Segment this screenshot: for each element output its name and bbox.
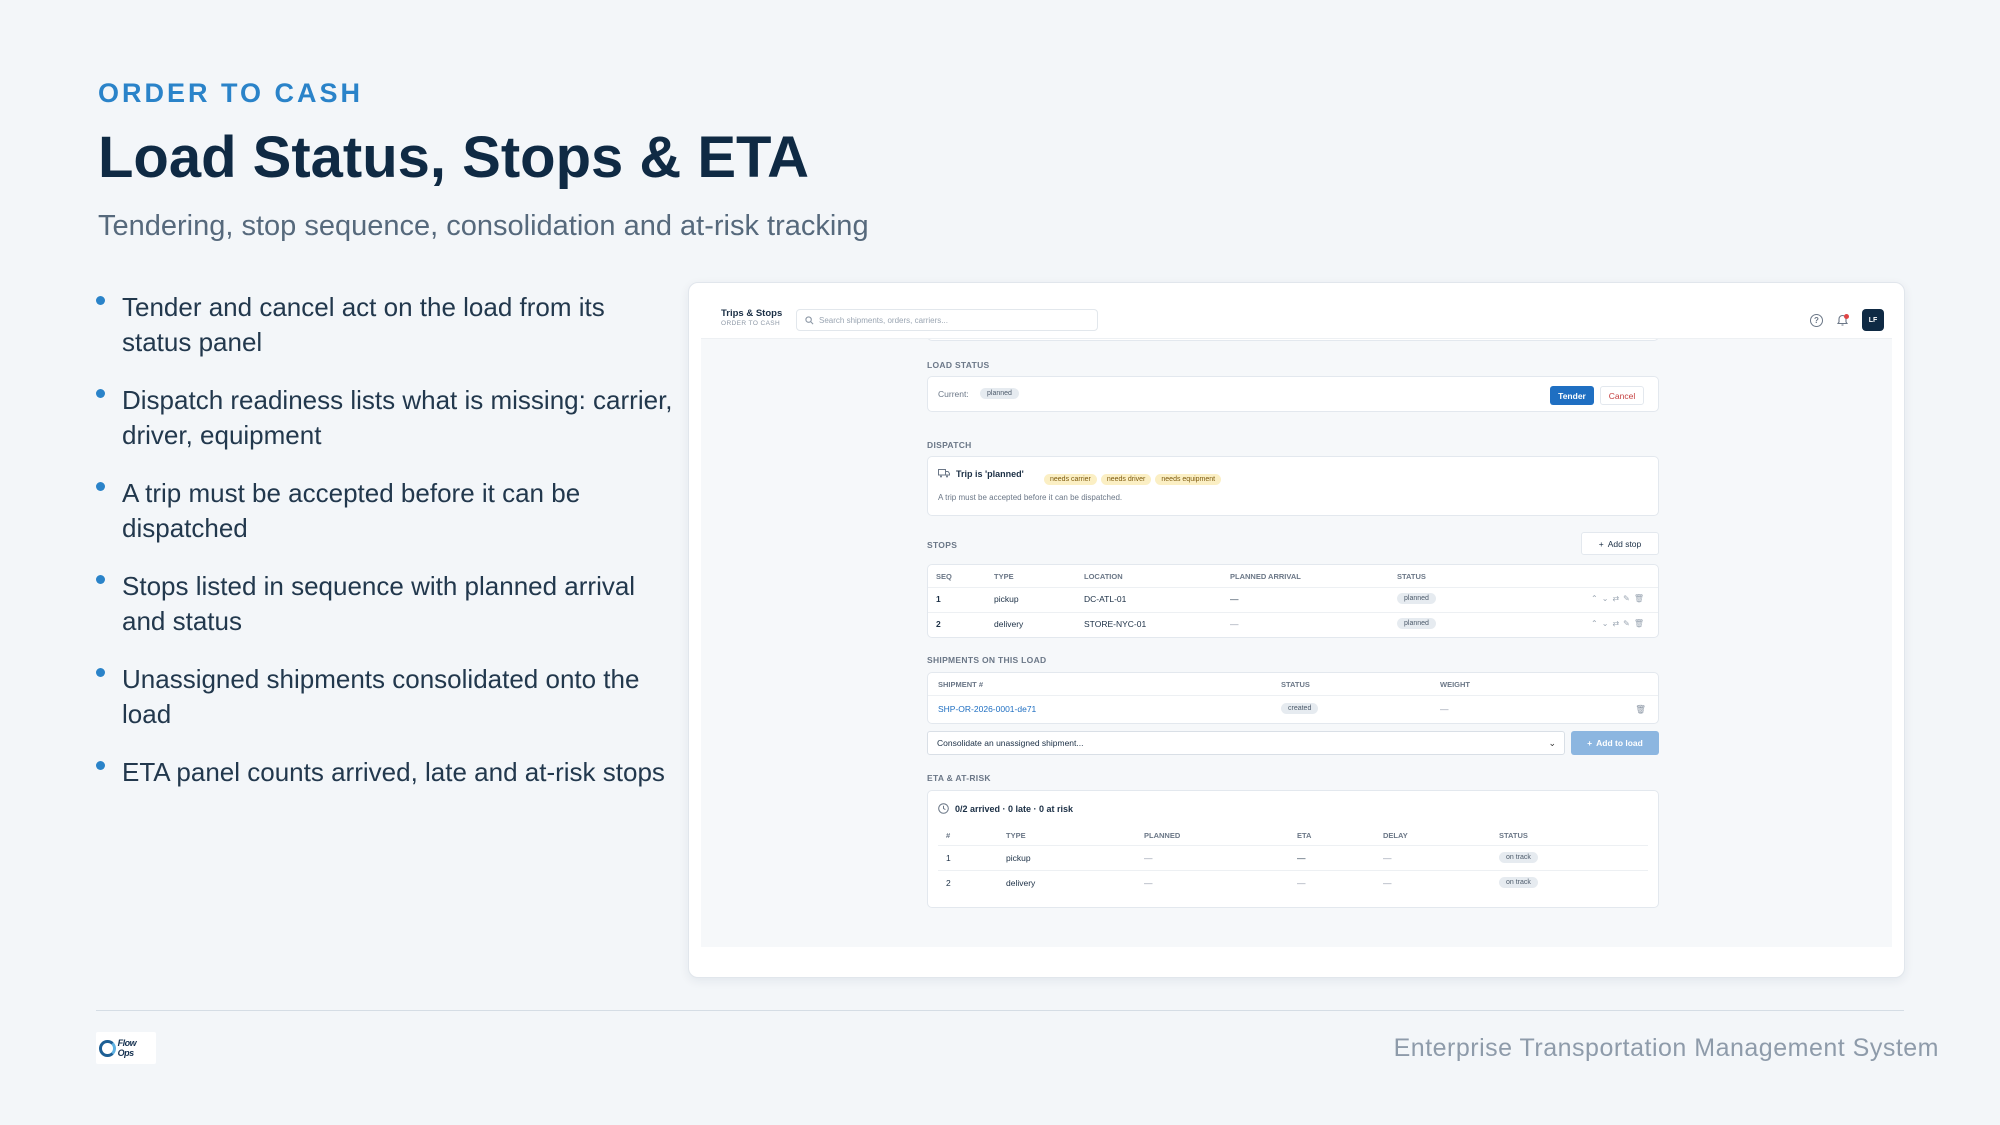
avatar[interactable]: LF — [1862, 309, 1884, 331]
row-actions-icons[interactable]: ⌃⌄⇄✎🗑 — [1591, 594, 1648, 603]
truck-icon — [938, 469, 950, 478]
chevron-down-icon: ⌄ — [1548, 738, 1556, 748]
logo-mark-icon — [99, 1039, 116, 1057]
eta-label: ETA & AT-RISK — [927, 773, 991, 783]
app-brand-title: Trips & Stops — [721, 308, 783, 319]
app-body: LOAD STATUS Current: planned Tender Canc… — [701, 339, 1892, 947]
notification-dot — [1844, 313, 1849, 319]
bullet-list: Tender and cancel act on the load from i… — [96, 290, 676, 813]
bullet-dot-icon — [96, 482, 105, 491]
stops-table: SEQ TYPE LOCATION PLANNED ARRIVAL STATUS… — [927, 564, 1659, 638]
current-label: Current: — [938, 389, 969, 399]
flow-ops-logo: Flow Ops — [96, 1032, 156, 1064]
dispatch-needs: needs carrier needs driver needs equipment — [1040, 468, 1222, 486]
bell-icon[interactable] — [1836, 313, 1849, 327]
bullet-dot-icon — [96, 296, 105, 305]
load-status-card: Current: planned Tender Cancel — [927, 376, 1659, 412]
plus-icon: + — [1598, 538, 1604, 549]
bullet-item: Dispatch readiness lists what is missing… — [96, 383, 676, 453]
consolidate-select[interactable]: Consolidate an unassigned shipment... ⌄ — [927, 731, 1565, 755]
dispatch-card: Trip is 'planned' needs carrier needs dri… — [927, 456, 1659, 516]
status-badge: on track — [1499, 852, 1538, 863]
status-badge: planned — [980, 388, 1019, 399]
dispatch-note: A trip must be accepted before it can be… — [938, 493, 1123, 502]
previous-card — [927, 339, 1659, 341]
bullet-dot-icon — [96, 389, 105, 398]
trip-status: Trip is 'planned' — [956, 469, 1024, 479]
bullet-dot-icon — [96, 668, 105, 677]
needs-driver-badge: needs driver — [1100, 474, 1152, 485]
search-icon — [805, 315, 814, 324]
tender-button[interactable]: Tender — [1550, 386, 1594, 405]
footer-caption: Enterprise Transportation Management Sys… — [1393, 1034, 1939, 1062]
status-badge: on track — [1499, 877, 1538, 888]
cancel-button[interactable]: Cancel — [1600, 386, 1644, 405]
topbar-icons: ? LF — [1810, 309, 1884, 331]
row-actions-icons[interactable]: ⌃⌄⇄✎🗑 — [1591, 619, 1648, 628]
status-badge: planned — [1397, 593, 1436, 604]
trash-icon[interactable]: 🗑 — [1635, 704, 1646, 715]
plus-icon: + — [1587, 738, 1593, 748]
question-circle-icon[interactable]: ? — [1810, 313, 1823, 327]
add-stop-button[interactable]: + Add stop — [1581, 532, 1659, 555]
search-input[interactable]: Search shipments, orders, carriers... — [796, 309, 1098, 331]
bullet-dot-icon — [96, 761, 105, 770]
needs-carrier-badge: needs carrier — [1044, 474, 1097, 485]
bullet-item: Unassigned shipments consolidated onto t… — [96, 662, 676, 732]
slide-subtitle: Tendering, stop sequence, consolidation … — [98, 210, 869, 242]
app-screenshot: Trips & Stops ORDER TO CASH Search shipm… — [688, 282, 1905, 978]
search-placeholder: Search shipments, orders, carriers... — [819, 315, 948, 325]
bullet-item: A trip must be accepted before it can be… — [96, 476, 676, 546]
bullet-item: Stops listed in sequence with planned ar… — [96, 569, 676, 639]
clock-icon — [938, 803, 949, 814]
app-brand-subtitle: ORDER TO CASH — [721, 320, 781, 327]
stops-label: STOPS — [927, 540, 958, 550]
eta-summary: 0/2 arrived · 0 late · 0 at risk — [955, 804, 1074, 814]
dispatch-label: DISPATCH — [927, 440, 972, 450]
bullet-dot-icon — [96, 575, 105, 584]
shipments-label: SHIPMENTS ON THIS LOAD — [927, 655, 1047, 665]
footer-divider — [96, 1010, 1904, 1011]
load-status-label: LOAD STATUS — [927, 360, 990, 370]
add-to-load-button[interactable]: + Add to load — [1571, 731, 1659, 755]
needs-equipment-badge: needs equipment — [1155, 474, 1222, 485]
app-brand: Trips & Stops ORDER TO CASH — [721, 308, 782, 327]
slide-eyebrow: ORDER TO CASH — [98, 78, 364, 108]
shipments-table: SHIPMENT # STATUS WEIGHT SHP-OR-2026-000… — [927, 672, 1659, 724]
app-topbar: Trips & Stops ORDER TO CASH Search shipm… — [701, 303, 1892, 339]
eta-card: 0/2 arrived · 0 late · 0 at risk # TYPE … — [927, 790, 1659, 908]
status-badge: planned — [1397, 618, 1436, 629]
bullet-item: ETA panel counts arrived, late and at-ri… — [96, 755, 676, 790]
status-badge: created — [1281, 703, 1319, 714]
bullet-item: Tender and cancel act on the load from i… — [96, 290, 676, 360]
slide-title: Load Status, Stops & ETA — [98, 125, 810, 190]
shipment-link[interactable]: SHP-OR-2026-0001-de71 — [938, 704, 1036, 714]
